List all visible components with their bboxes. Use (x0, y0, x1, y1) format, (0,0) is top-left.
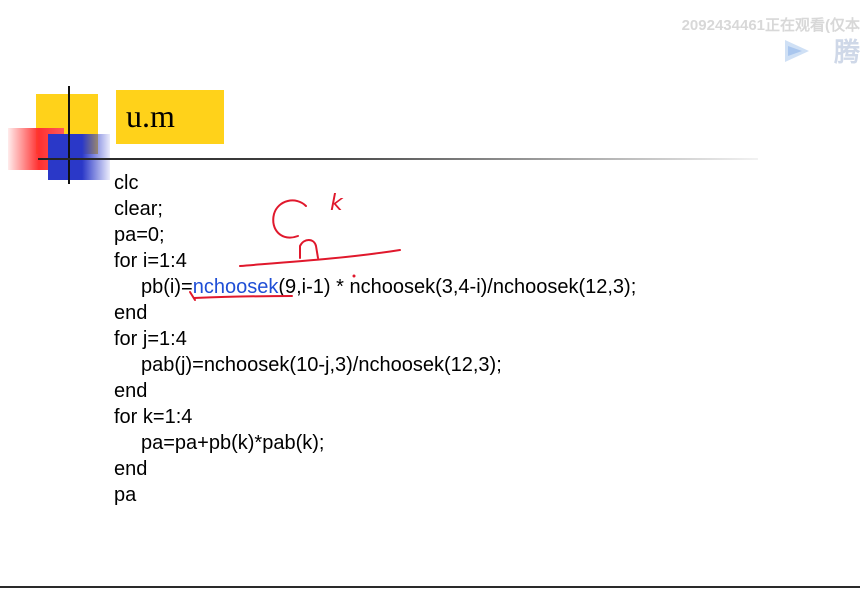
annotation-n-stroke (299, 239, 319, 259)
code-line: for k=1:4 (114, 406, 193, 428)
title-underline (38, 158, 758, 160)
code-fragment: pb(i)= (141, 276, 193, 298)
title-box: u.m (116, 90, 224, 144)
code-line: end (114, 380, 148, 402)
code-line-pb: pb(i)=nchoosek(9,i-1) * nchoosek(3,4-i)/… (114, 275, 636, 299)
play-triangle-logo-icon (785, 40, 809, 62)
code-line: end (114, 458, 148, 480)
nchoosek-highlight: nchoosek (192, 276, 279, 298)
decor-square-blue (48, 134, 110, 180)
code-fragment: (9,i-1) (278, 276, 331, 298)
code-fragment: * nchoosek(3,4-i)/nchoosek(12,3); (330, 276, 637, 298)
annotation-c-stroke (272, 199, 307, 239)
code-line: pa=0; (114, 224, 165, 246)
code-line: pab(j)=nchoosek(10-j,3)/nchoosek(12,3); (141, 354, 502, 376)
annotation-k: k (330, 191, 344, 216)
code-line: for j=1:4 (114, 328, 187, 350)
code-line: clc (114, 172, 139, 194)
decor-vertical-line (68, 86, 70, 184)
watermark-fragment: 腾 (833, 38, 860, 64)
code-line: for i=1:4 (114, 250, 187, 272)
code-line: end (114, 302, 148, 324)
slide-title: u.m (126, 98, 175, 134)
bottom-border (0, 586, 860, 588)
watermark: 2092434461正在观看(仅本 腾 (680, 14, 860, 64)
code-line: pa (114, 484, 137, 506)
code-line: pa=pa+pb(k)*pab(k); (141, 432, 325, 454)
slide: u.m clc clear; pa=0; for i=1:4 pb(i)=nch… (0, 0, 860, 590)
code-line: clear; (114, 198, 163, 220)
annotation-long-underline (239, 249, 401, 267)
